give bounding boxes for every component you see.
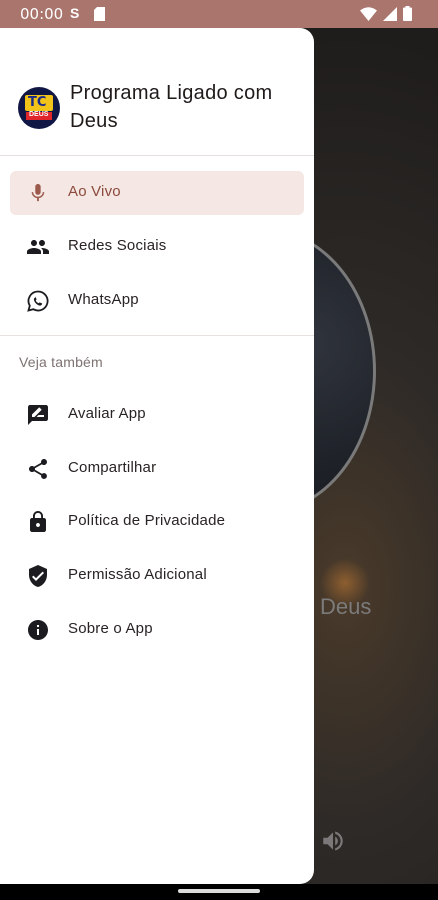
nav-item-label: Ao Vivo bbox=[68, 183, 121, 200]
nav-item-redes-sociais[interactable]: Redes Sociais bbox=[10, 225, 304, 269]
home-gesture-handle[interactable] bbox=[178, 889, 260, 893]
shield-check-icon bbox=[29, 565, 47, 587]
nav-item-avaliar-app[interactable]: Avaliar App bbox=[10, 393, 304, 437]
nav-item-whatsapp[interactable]: WhatsApp bbox=[10, 279, 304, 323]
nav-item-label: Política de Privacidade bbox=[68, 512, 226, 529]
sd-card-icon bbox=[94, 7, 105, 21]
people-icon bbox=[27, 240, 49, 254]
drawer-header: TC DEUS Programa Ligado com Deus bbox=[0, 28, 314, 156]
app-logo: TC DEUS bbox=[18, 87, 60, 129]
section-title: Veja também bbox=[19, 354, 103, 370]
nav-item-label: Redes Sociais bbox=[68, 237, 167, 254]
wifi-icon bbox=[360, 6, 377, 21]
system-navigation-bar bbox=[0, 884, 438, 900]
nav-item-label: Avaliar App bbox=[68, 405, 146, 422]
divider bbox=[0, 155, 314, 156]
carrier-icon: S bbox=[70, 5, 80, 21]
share-icon bbox=[29, 459, 47, 479]
nav-item-label: Sobre o App bbox=[68, 620, 153, 637]
nav-item-permissao-adicional[interactable]: Permissão Adicional bbox=[10, 554, 304, 598]
app-title: Programa Ligado com Deus bbox=[70, 82, 273, 132]
nav-item-label: Compartilhar bbox=[68, 459, 157, 476]
nav-item-ao-vivo[interactable]: Ao Vivo bbox=[10, 171, 304, 215]
microphone-icon bbox=[31, 183, 45, 202]
whatsapp-icon bbox=[27, 290, 49, 312]
nav-item-compartilhar[interactable]: Compartilhar bbox=[10, 447, 304, 491]
rate-review-icon bbox=[28, 405, 48, 425]
logo-bottom-text: DEUS bbox=[29, 111, 49, 118]
volume-icon[interactable] bbox=[320, 828, 346, 854]
background-title: Deus bbox=[320, 594, 372, 619]
status-icons bbox=[360, 6, 412, 21]
nav-item-label: Permissão Adicional bbox=[68, 566, 207, 583]
lock-icon bbox=[30, 511, 46, 532]
signal-icon bbox=[383, 6, 397, 21]
status-time: 00:00 bbox=[20, 5, 64, 23]
logo-top-text: TC bbox=[28, 95, 47, 110]
battery-icon bbox=[403, 6, 412, 21]
navigation-drawer: TC DEUS Programa Ligado com Deus Ao Vivo… bbox=[0, 28, 314, 884]
divider bbox=[0, 335, 314, 336]
nav-item-sobre-app[interactable]: Sobre o App bbox=[10, 608, 304, 652]
info-icon bbox=[28, 620, 48, 640]
status-bar: 00:00 S bbox=[0, 0, 438, 28]
nav-item-politica-privacidade[interactable]: Política de Privacidade bbox=[10, 500, 304, 544]
nav-item-label: WhatsApp bbox=[68, 291, 139, 308]
